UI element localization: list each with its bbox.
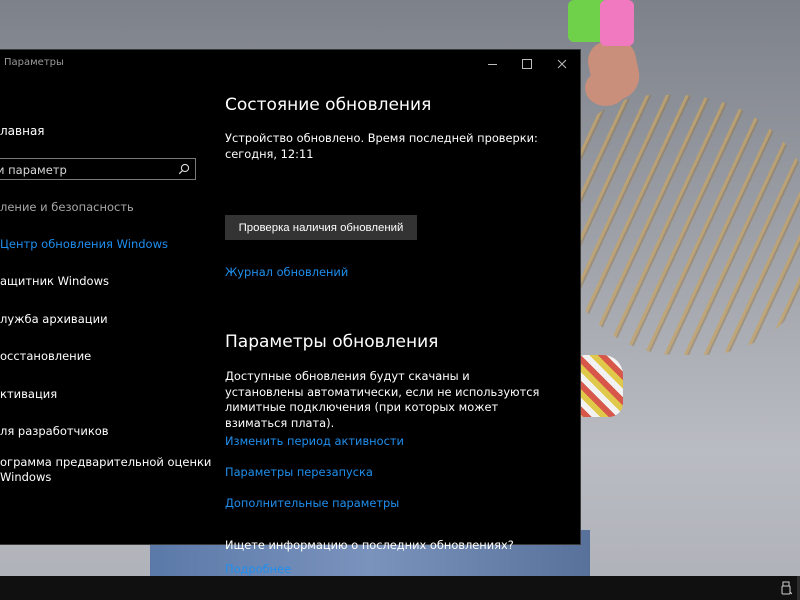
search-icon[interactable] bbox=[178, 163, 190, 175]
sidebar-item-backup[interactable]: лужба архивации bbox=[0, 312, 108, 327]
maximize-icon bbox=[522, 59, 532, 69]
advanced-options-link[interactable]: Дополнительные параметры bbox=[225, 496, 399, 510]
check-updates-button[interactable]: Проверка наличия обновлений bbox=[225, 215, 417, 240]
minimize-icon bbox=[487, 63, 497, 65]
sidebar-item-recovery[interactable]: осстановление bbox=[0, 349, 91, 364]
wallpaper-hair bbox=[560, 95, 800, 355]
close-button[interactable] bbox=[544, 50, 580, 78]
search-input[interactable]: и параметр bbox=[0, 158, 196, 180]
restart-options-link[interactable]: Параметры перезапуска bbox=[225, 465, 373, 479]
title-bar[interactable]: Параметры bbox=[0, 50, 580, 78]
maximize-button[interactable] bbox=[509, 50, 545, 78]
update-status-text: Устройство обновлено. Время последней пр… bbox=[225, 131, 538, 161]
active-hours-link[interactable]: Изменить период активности bbox=[225, 434, 404, 448]
sidebar-item-insider-program[interactable]: ограмма предварительной оценки Windows bbox=[0, 455, 211, 485]
minimize-button[interactable] bbox=[474, 50, 510, 78]
update-history-link[interactable]: Журнал обновлений bbox=[225, 265, 348, 279]
update-settings-text: Доступные обновления будут скачаны и уст… bbox=[225, 369, 540, 430]
wallpaper-wristband-pink bbox=[600, 0, 634, 46]
sidebar-home[interactable]: лавная bbox=[0, 124, 45, 138]
close-icon bbox=[557, 59, 567, 69]
taskbar bbox=[0, 576, 800, 600]
sidebar: лавная и параметр ление и безопасность Ц… bbox=[0, 78, 211, 538]
sidebar-item-windows-update[interactable]: Центр обновления Windows bbox=[0, 237, 168, 252]
info-question: Ищете информацию о последних обновлениях… bbox=[225, 538, 514, 552]
wallpaper-shoe bbox=[575, 355, 623, 417]
sidebar-item-activation[interactable]: ктивация bbox=[0, 387, 57, 402]
update-settings-heading: Параметры обновления bbox=[225, 332, 439, 352]
update-status-heading: Состояние обновления bbox=[225, 95, 432, 115]
wallpaper-hand bbox=[585, 70, 627, 106]
sidebar-section-heading: ление и безопасность bbox=[0, 200, 134, 214]
sidebar-item-windows-defender[interactable]: ащитник Windows bbox=[0, 274, 109, 289]
sidebar-item-insider-line1: ограмма предварительной оценки bbox=[0, 455, 212, 469]
sidebar-item-insider-line2: Windows bbox=[0, 470, 52, 484]
window-title: Параметры bbox=[4, 57, 64, 68]
learn-more-link[interactable]: Подробнее bbox=[225, 562, 291, 576]
usb-device-icon[interactable] bbox=[780, 581, 792, 595]
search-input-value: и параметр bbox=[0, 163, 67, 177]
settings-window: Параметры лавная и параметр ление и безо… bbox=[0, 49, 581, 576]
sidebar-item-developers[interactable]: ля разработчиков bbox=[0, 424, 109, 439]
